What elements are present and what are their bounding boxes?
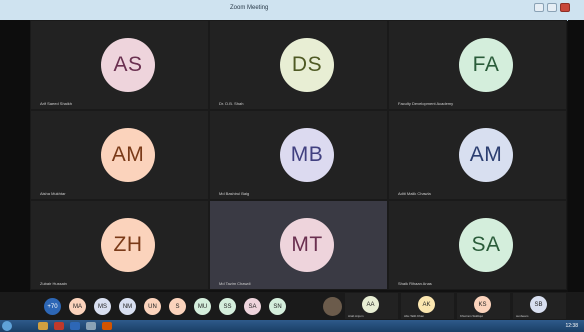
participant-chip: KS <box>474 296 491 313</box>
participant-tile[interactable]: MB Md Bashirul Baig <box>209 110 388 200</box>
participant-chip[interactable]: SA <box>244 298 261 315</box>
participant-avatar: DS <box>280 38 334 92</box>
participant-chip[interactable]: NM <box>119 298 136 315</box>
participant-tile[interactable]: FA Faculty Development Academy <box>388 20 567 110</box>
taskbar-app-icon[interactable] <box>86 322 96 330</box>
participant-name: Aditi Malik Chawla <box>398 191 431 196</box>
window-titlebar: Zoom Meeting <box>0 0 584 21</box>
participant-avatar: AM <box>101 128 155 182</box>
participant-name: Khurram Siddiqui <box>460 314 484 318</box>
participant-avatar: ZH <box>101 218 155 272</box>
participant-chip[interactable]: SN <box>269 298 286 315</box>
participant-tile[interactable]: AM Aditi Malik Chawla <box>388 110 567 200</box>
small-participant-tile[interactable]: SB sunbeam <box>513 293 566 319</box>
participant-chip[interactable]: S <box>169 298 186 315</box>
small-participant-tile[interactable]: AK Abu Talib Khan <box>401 293 454 319</box>
participant-tile[interactable]: AS Arif Saeed Shaikh <box>30 20 209 110</box>
meeting-app-icon[interactable] <box>70 322 80 330</box>
participant-chip[interactable]: MS <box>94 298 111 315</box>
video-grid: AS Arif Saeed Shaikh DS Dr. D.B. Shah FA Facu… <box>30 20 568 292</box>
window-title: Zoom Meeting <box>230 5 269 11</box>
participant-photo-avatar[interactable] <box>323 297 342 316</box>
participant-tile[interactable]: MT Md Tazim Chawdi <box>209 200 388 290</box>
participant-tile[interactable]: AM Aisha Mukhtar <box>30 110 209 200</box>
participant-name: Shaik Rihaan Anas <box>398 281 432 286</box>
participant-chip: SB <box>530 296 547 313</box>
close-button[interactable] <box>560 3 570 12</box>
left-margin <box>0 20 30 292</box>
participant-chip[interactable]: UN <box>144 298 161 315</box>
participant-avatar: AS <box>101 38 155 92</box>
taskbar-clock: 12:38 <box>565 323 578 329</box>
participant-chip[interactable]: SS <box>219 298 236 315</box>
os-taskbar: 12:38 <box>0 320 584 332</box>
participant-name: Md Tazim Chawdi <box>219 281 251 286</box>
participant-chip: AK <box>418 296 435 313</box>
participant-avatar: MT <box>280 218 334 272</box>
participant-name: Dr. D.B. Shah <box>219 101 244 106</box>
maximize-button[interactable] <box>547 3 557 12</box>
right-margin <box>568 20 584 292</box>
participant-name: Aisha Mukhtar <box>40 191 66 196</box>
participant-name: Arif Saeed Shaikh <box>40 101 73 106</box>
participant-tile[interactable]: SA Shaik Rihaan Anas <box>388 200 567 290</box>
participant-tile[interactable]: ZH Zubair Hussain <box>30 200 209 290</box>
participant-chip[interactable]: MU <box>194 298 211 315</box>
participant-strip: +70 MA MS NM UN S MU SS SA SN AA Arab Anjum AK Abu T… <box>0 292 584 320</box>
participant-avatar: AM <box>459 128 513 182</box>
participant-name: sunbeam <box>516 314 529 318</box>
more-participants-chip[interactable]: +70 <box>44 298 61 315</box>
participant-name: Md Bashirul Baig <box>219 191 250 196</box>
participant-avatar: SA <box>459 218 513 272</box>
participant-chip[interactable]: MA <box>69 298 86 315</box>
media-icon[interactable] <box>102 322 112 330</box>
small-participant-tile[interactable]: KS Khurram Siddiqui <box>457 293 510 319</box>
participant-avatar: FA <box>459 38 513 92</box>
participant-chip: AA <box>362 296 379 313</box>
start-button[interactable] <box>2 321 12 331</box>
participant-name: Faculty Development Academy <box>398 101 454 106</box>
small-participant-tile[interactable]: AA Arab Anjum <box>345 293 398 319</box>
participant-tile[interactable]: DS Dr. D.B. Shah <box>209 20 388 110</box>
minimize-button[interactable] <box>534 3 544 12</box>
participant-name: Arab Anjum <box>348 314 364 318</box>
browser-icon[interactable] <box>54 322 64 330</box>
explorer-icon[interactable] <box>38 322 48 330</box>
more-count: +70 <box>47 303 58 310</box>
participant-avatar: MB <box>280 128 334 182</box>
participant-name: Zubair Hussain <box>40 281 67 286</box>
participant-name: Abu Talib Khan <box>404 314 425 318</box>
